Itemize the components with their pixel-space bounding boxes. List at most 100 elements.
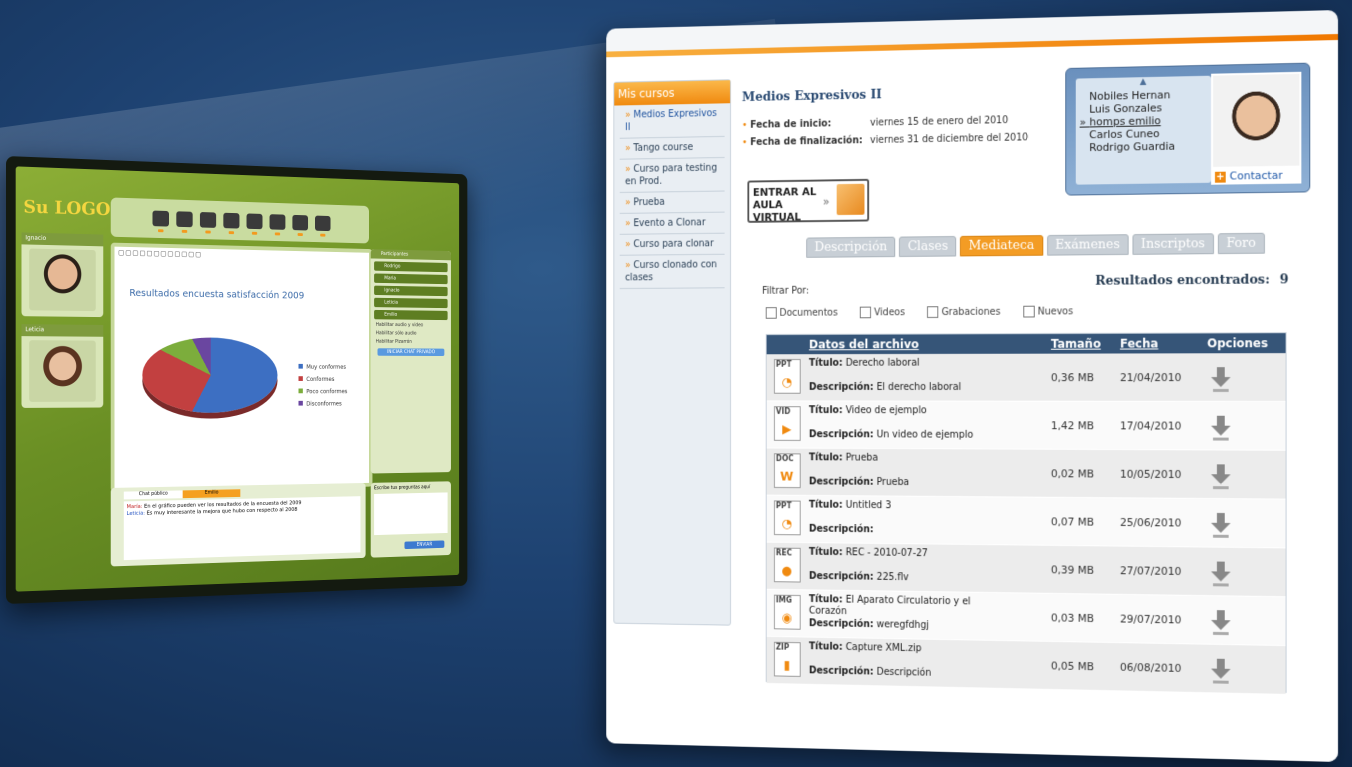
file-title: Título: Video de ejemplo	[808, 405, 927, 417]
contact-button[interactable]: + Contactar	[1211, 167, 1302, 185]
sidebar-item-evento[interactable]: Evento a Clonar	[619, 212, 725, 235]
header-size[interactable]: Tamaño	[1051, 337, 1101, 351]
participant-row[interactable]: Rodrigo	[374, 261, 448, 273]
webcam-leticia: Leticia	[21, 324, 104, 408]
table-row: PPT ◔ Título: Derecho laboral Descripción: …	[766, 353, 1286, 402]
document-icon[interactable]	[292, 214, 309, 231]
file-symbol-icon: ◔	[781, 516, 793, 532]
file-date: 21/04/2010	[1119, 371, 1182, 385]
table-row: VID ▶ Título: Video de ejemplo Descripción:…	[766, 401, 1286, 451]
tab-mediateca[interactable]: Mediateca	[960, 235, 1043, 257]
download-icon[interactable]	[1211, 415, 1231, 441]
download-icon[interactable]	[1211, 512, 1231, 538]
checkbox[interactable]	[927, 306, 939, 318]
file-symbol-icon: ▮	[783, 658, 791, 673]
file-description: Descripción:	[808, 523, 874, 536]
download-icon[interactable]	[1211, 367, 1231, 392]
sidebar-item-testing[interactable]: Curso para testing en Prod.	[619, 157, 725, 193]
download-icon[interactable]	[1211, 658, 1231, 684]
checkbox[interactable]	[765, 307, 777, 319]
participant-row[interactable]: Leticia	[374, 297, 448, 309]
record-icon[interactable]	[199, 212, 217, 228]
tab-private-chat[interactable]: Emilio	[182, 489, 241, 499]
header-file[interactable]: Datos del archivo	[809, 337, 919, 351]
classroom-icon	[836, 183, 865, 216]
tab-examenes[interactable]: Exámenes	[1046, 234, 1129, 256]
sidebar-item-clonado[interactable]: Curso clonado con clases	[619, 254, 725, 289]
participant-row[interactable]: Ignacio	[374, 285, 448, 297]
file-size: 0,07 MB	[1050, 515, 1095, 529]
file-date: 27/07/2010	[1119, 564, 1182, 578]
download-icon[interactable]	[1211, 561, 1231, 587]
legend-item: Disconformes	[298, 398, 347, 410]
file-title: Título: REC - 2010-07-27	[808, 546, 928, 560]
download-icon[interactable]	[1211, 464, 1231, 490]
board-title: Resultados encuesta satisfacción 2009	[129, 288, 305, 302]
tab-inscriptos[interactable]: Inscriptos	[1132, 233, 1214, 255]
filter-videos[interactable]: Videos	[859, 306, 905, 319]
option-whiteboard[interactable]: Habilitar Pizarrón	[376, 339, 446, 345]
file-type-icon: PPT ◔	[773, 500, 801, 536]
table-row: REC ● Título: REC - 2010-07-27 Descripción:…	[766, 542, 1286, 598]
filter-label: Filtrar Por:	[762, 285, 810, 297]
file-type-icon: VID ▶	[773, 406, 801, 441]
file-description: Descripción: weregfdhgj	[808, 618, 929, 631]
file-symbol-icon: ●	[781, 563, 793, 579]
send-button[interactable]: ENVIAR	[404, 540, 445, 550]
legend-item: Conformes	[298, 373, 347, 385]
tab-descripcion[interactable]: Descripción	[806, 236, 896, 258]
people-widget: ▲ Nobiles Hernan Luis Gonzales homps emi…	[1065, 62, 1311, 196]
option-audio-only[interactable]: Habilitar sólo audio	[376, 330, 446, 336]
sidebar: Mis cursos Medios Expresivos II Tango co…	[613, 79, 731, 626]
exit-icon[interactable]	[314, 215, 331, 232]
file-type-icon: DOC W	[773, 453, 801, 489]
file-type-icon: IMG ◉	[773, 594, 801, 630]
checkbox[interactable]	[859, 306, 872, 319]
enter-virtual-classroom-button[interactable]: ENTRAR AL AULA VIRTUAL »	[747, 178, 870, 224]
layout-icon[interactable]	[176, 211, 193, 228]
file-size: 1,42 MB	[1050, 419, 1095, 433]
chat-icon[interactable]	[269, 214, 286, 230]
legend-item: Poco conformes	[298, 386, 347, 398]
people-list[interactable]: ▲ Nobiles Hernan Luis Gonzales homps emi…	[1075, 75, 1212, 185]
sidebar-item-clonar[interactable]: Curso para clonar	[619, 233, 725, 256]
users-icon[interactable]	[246, 213, 263, 230]
screen-share-icon[interactable]	[152, 210, 169, 227]
checkbox[interactable]	[1023, 305, 1035, 318]
chat-panel: Chat público Emilio María: En el gráfico…	[110, 482, 366, 567]
private-chat-button[interactable]: INICIAR CHAT PRIVADO	[377, 348, 445, 357]
filter-nuevos[interactable]: Nuevos	[1023, 305, 1073, 318]
file-size: 0,03 MB	[1050, 611, 1095, 625]
file-description: Descripción: Un video de ejemplo	[808, 429, 974, 441]
sidebar-item-tango[interactable]: Tango course	[619, 136, 725, 160]
logo: Su LOGO	[23, 196, 111, 221]
tab-foro[interactable]: Foro	[1217, 232, 1265, 255]
course-tabs: Descripción Clases Mediateca Exámenes In…	[806, 232, 1265, 258]
whiteboard[interactable]: ▢▢▢▢▢▢▢▢▢▢▢▢ Resultados encuesta satisfa…	[110, 242, 373, 492]
header-date[interactable]: Fecha	[1120, 337, 1158, 351]
sidebar-item-medios-expresivos[interactable]: Medios Expresivos II	[619, 103, 725, 139]
filter-options: Documentos Videos Grabaciones Nuevos	[765, 305, 1073, 319]
sidebar-title: Mis cursos	[614, 80, 731, 106]
sidebar-item-prueba[interactable]: Prueba	[619, 191, 725, 214]
table-body: PPT ◔ Título: Derecho laboral Descripción: …	[766, 353, 1286, 695]
filter-documentos[interactable]: Documentos	[765, 307, 838, 319]
pie-chart	[142, 337, 278, 414]
whiteboard-tools[interactable]: ▢▢▢▢▢▢▢▢▢▢▢▢	[118, 249, 202, 259]
file-date: 10/05/2010	[1119, 467, 1182, 481]
table-row: PPT ◔ Título: Untitled 3 Descripción: 0,07 …	[766, 495, 1286, 549]
course-page-window: Mis cursos Medios Expresivos II Tango co…	[606, 10, 1338, 762]
file-symbol-icon: ▶	[782, 422, 792, 438]
file-title: Título: El Aparato Circulatorio y el Cor…	[808, 594, 971, 617]
participant-row[interactable]: Emilio	[374, 309, 448, 321]
enter-button-label: ENTRAR AL AULA VIRTUAL	[752, 185, 817, 224]
filter-grabaciones[interactable]: Grabaciones	[927, 306, 1000, 318]
tab-public-chat[interactable]: Chat público	[123, 490, 183, 500]
participant-row[interactable]: Maria	[374, 273, 448, 285]
tab-clases[interactable]: Clases	[899, 236, 957, 257]
download-icon[interactable]	[1211, 610, 1231, 636]
person-item[interactable]: Rodrigo Guardia	[1076, 139, 1211, 154]
option-audio-video[interactable]: Habilitar audio y video	[376, 322, 446, 328]
camera-icon[interactable]	[223, 212, 240, 229]
question-input[interactable]	[374, 492, 448, 536]
